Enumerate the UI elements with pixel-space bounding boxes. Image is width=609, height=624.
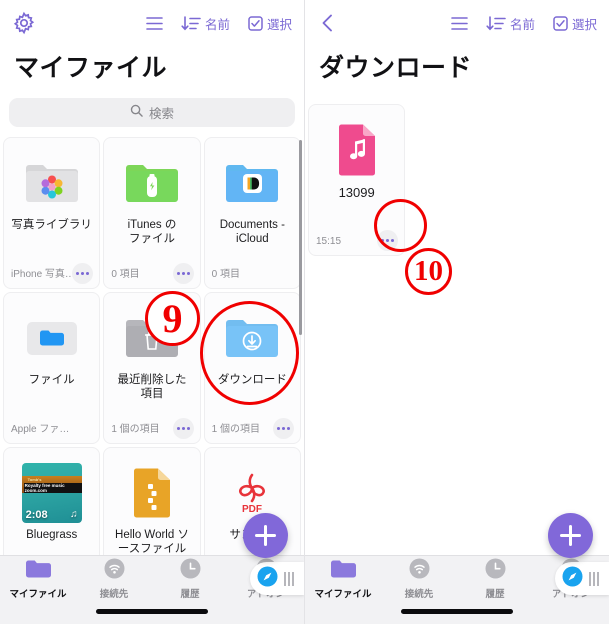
bottom-tab-bar: マイファイル 接続先 履歴 bbox=[0, 555, 304, 624]
page-title: ダウンロード bbox=[319, 54, 473, 82]
file-name: 13099 bbox=[338, 185, 375, 200]
safari-switcher[interactable] bbox=[250, 562, 304, 595]
search-icon bbox=[130, 104, 143, 122]
list-view-icon[interactable] bbox=[146, 16, 163, 31]
search-placeholder: 検索 bbox=[148, 107, 174, 121]
tab-label: 接続先 bbox=[404, 589, 434, 600]
safari-compass-icon bbox=[562, 566, 583, 592]
code-file-icon bbox=[130, 464, 174, 522]
file-card-itunes[interactable]: iTunes の ファイル 0 項目 bbox=[103, 137, 201, 289]
clock-icon bbox=[485, 558, 506, 584]
file-name: Documents - iCloud bbox=[219, 219, 285, 246]
grip-handle[interactable] bbox=[284, 571, 294, 586]
tab-label: 接続先 bbox=[99, 589, 129, 600]
itunes-folder-icon bbox=[124, 154, 180, 212]
back-chevron-icon[interactable] bbox=[317, 12, 339, 34]
file-card-documents-icloud[interactable]: Documents - iCloud 0 項目 bbox=[203, 137, 301, 289]
file-card-files[interactable]: ファイル Apple ファイル bbox=[3, 292, 101, 444]
tab-history[interactable]: 履歴 bbox=[457, 558, 533, 600]
home-indicator bbox=[96, 609, 208, 614]
right-topbar: 名前 選択 bbox=[305, 0, 609, 46]
wifi-icon bbox=[409, 558, 430, 584]
more-menu-button[interactable] bbox=[72, 263, 94, 284]
vertical-scrollbar[interactable] bbox=[299, 140, 302, 335]
file-meta: 1 個の項目 bbox=[111, 424, 160, 435]
file-name: iTunes の ファイル bbox=[127, 219, 177, 246]
download-folder-icon bbox=[224, 309, 280, 367]
safari-compass-icon bbox=[257, 566, 278, 592]
select-label: 選択 bbox=[571, 17, 597, 32]
left-topbar: 名前 選択 bbox=[0, 0, 304, 46]
more-menu-button[interactable] bbox=[172, 418, 194, 439]
file-card-13099[interactable]: 13099 15:15 bbox=[308, 104, 406, 256]
file-name: Bluegrass bbox=[26, 529, 78, 541]
right-panel-downloads: 名前 選択 ダウンロード 13099 15:15 マイファイル 接続先 履歴 1… bbox=[304, 0, 609, 624]
sort-label: 名前 bbox=[509, 17, 535, 32]
file-name: Hello World ソ ースファイル bbox=[115, 529, 189, 556]
more-menu-button[interactable] bbox=[377, 230, 399, 251]
documents-folder-icon bbox=[224, 154, 280, 212]
tab-connections[interactable]: 接続先 bbox=[381, 558, 457, 600]
tab-label: 履歴 bbox=[180, 589, 200, 600]
file-name: 最近削除した 項目 bbox=[117, 374, 187, 401]
music-file-icon bbox=[335, 121, 379, 179]
photos-folder-icon bbox=[24, 154, 80, 212]
file-card-bluegrass[interactable]: Tomb's Royalty free music zoom.com 2:08 … bbox=[3, 447, 101, 566]
folder-icon bbox=[330, 559, 356, 584]
file-card-hello-world[interactable]: Hello World ソ ースファイル bbox=[103, 447, 201, 566]
folder-icon bbox=[25, 559, 51, 584]
select-button[interactable]: 選択 bbox=[248, 14, 292, 33]
select-label: 選択 bbox=[266, 17, 292, 32]
files-folder-icon bbox=[24, 309, 80, 367]
grip-handle[interactable] bbox=[589, 571, 599, 586]
tab-my-files[interactable]: マイファイル bbox=[305, 559, 381, 600]
duration-label: 2:08 bbox=[25, 509, 48, 521]
select-button[interactable]: 選択 bbox=[553, 14, 597, 33]
bottom-tab-bar: マイファイル 接続先 履歴 bbox=[305, 555, 609, 624]
music-note-icon: ♫ bbox=[70, 509, 78, 520]
file-name: ダウンロード bbox=[217, 374, 287, 386]
more-menu-button[interactable] bbox=[172, 263, 194, 284]
search-input[interactable]: 検索 bbox=[9, 98, 295, 127]
add-button[interactable] bbox=[243, 513, 288, 558]
clock-icon bbox=[180, 558, 201, 584]
file-meta: iPhone 写真ラ… bbox=[11, 269, 79, 280]
file-meta: 0 項目 bbox=[111, 269, 140, 280]
audio-thumbnail: Tomb's Royalty free music zoom.com 2:08 … bbox=[21, 463, 82, 523]
wifi-icon bbox=[104, 558, 125, 584]
tab-label: マイファイル bbox=[9, 588, 67, 600]
file-grid: 写真ライブラリ iPhone 写真ラ… iTunes の ファイル 0 項目 D… bbox=[0, 137, 304, 566]
tab-label: マイファイル bbox=[314, 588, 372, 600]
file-meta: 1 個の項目 bbox=[211, 424, 260, 435]
file-card-recently-deleted[interactable]: 最近削除した 項目 1 個の項目 bbox=[103, 292, 201, 444]
trash-folder-icon bbox=[124, 309, 180, 367]
file-meta: 15:15 bbox=[316, 236, 342, 247]
tab-history[interactable]: 履歴 bbox=[152, 558, 228, 600]
page-title: マイファイル bbox=[14, 54, 168, 82]
tab-label: 履歴 bbox=[485, 589, 505, 600]
safari-switcher[interactable] bbox=[555, 562, 609, 595]
gear-icon[interactable] bbox=[12, 11, 36, 35]
add-button[interactable] bbox=[548, 513, 593, 558]
sort-label: 名前 bbox=[204, 17, 230, 32]
file-name: 写真ライブラリ bbox=[11, 219, 92, 231]
file-meta: Apple ファイル bbox=[11, 424, 79, 435]
file-card-photos[interactable]: 写真ライブラリ iPhone 写真ラ… bbox=[3, 137, 101, 289]
file-card-downloads[interactable]: ダウンロード 1 個の項目 bbox=[203, 292, 301, 444]
list-view-icon[interactable] bbox=[451, 16, 468, 31]
file-grid: 13099 15:15 bbox=[305, 104, 609, 256]
dual-panel-screenshot: 名前 選択 マイファイル 検索 写真ライブラリ iPhone 写真ラ… iTun… bbox=[0, 0, 609, 624]
sort-button[interactable]: 名前 bbox=[486, 14, 535, 33]
file-meta: 0 項目 bbox=[211, 269, 240, 280]
tab-my-files[interactable]: マイファイル bbox=[0, 559, 76, 600]
more-menu-button[interactable] bbox=[273, 418, 294, 439]
home-indicator bbox=[401, 609, 513, 614]
file-grid-scroll-area[interactable]: 写真ライブラリ iPhone 写真ラ… iTunes の ファイル 0 項目 D… bbox=[0, 137, 304, 566]
left-panel-my-files: 名前 選択 マイファイル 検索 写真ライブラリ iPhone 写真ラ… iTun… bbox=[0, 0, 304, 624]
file-name: ファイル bbox=[28, 374, 75, 386]
tab-connections[interactable]: 接続先 bbox=[76, 558, 152, 600]
sort-button[interactable]: 名前 bbox=[181, 14, 230, 33]
